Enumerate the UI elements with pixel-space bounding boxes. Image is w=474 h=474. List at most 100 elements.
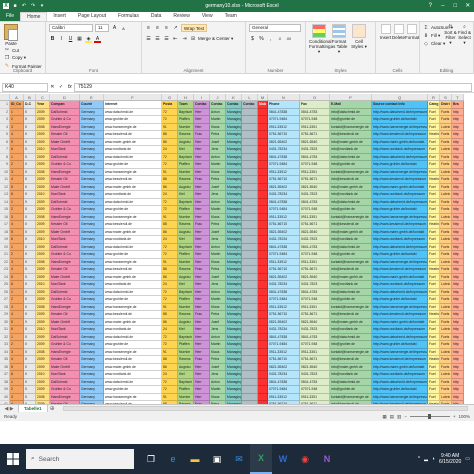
conditional-formatting-button[interactable]: Conditional Formatting ▾ [309,24,332,55]
grid-cell[interactable] [258,236,268,244]
row-number[interactable]: 26 [0,288,10,296]
grid-cell[interactable]: 6 [10,281,24,289]
grid-cell[interactable]: 0911-33512 [268,258,300,266]
grid-cell[interactable]: Martin [210,206,226,214]
tab-page-layout[interactable]: Page Layout [72,12,112,21]
grid-cell[interactable]: 0 [24,393,36,401]
grid-cell[interactable]: 0 [24,168,36,176]
grid-cell[interactable] [258,221,268,229]
grid-cell[interactable]: Managing [226,333,242,341]
grid-cell[interactable]: 2009 [36,243,50,251]
grid-cell[interactable]: 0 [24,303,36,311]
grid-cell[interactable] [258,378,268,386]
grid-cell[interactable]: 0751-5671 [300,221,330,229]
grid-cell[interactable]: 0 [24,221,36,229]
grid-cell[interactable]: Herr [194,378,210,386]
grid-cell[interactable]: http [452,138,464,146]
grid-cell[interactable]: 2009 [36,296,50,304]
grid-cell[interactable]: Year [36,101,50,109]
grid-cell[interactable]: www.nordtank.de [104,281,162,289]
grid-cell[interactable]: Internet [104,101,162,109]
grid-cell[interactable] [242,348,258,356]
name-box[interactable]: K40 [2,82,48,92]
grid-cell[interactable]: Germany [80,251,104,259]
grid-cell[interactable]: www.maier-gmbh.de [104,273,162,281]
grid-cell[interactable]: Bayrisch [178,333,194,341]
grid-cell[interactable]: Ravens [178,311,194,319]
grid-cell[interactable]: www.gruhler.de [104,161,162,169]
grid-cell[interactable]: Germany [80,363,104,371]
store-icon[interactable]: ▣ [206,444,228,474]
grid-cell[interactable] [242,213,258,221]
grid-cell[interactable] [258,123,268,131]
grid-cell[interactable]: Fuel [428,288,440,296]
grid-cell[interactable]: Gruhler & Co [50,386,80,394]
grid-cell[interactable]: Managing [226,311,242,319]
grid-cell[interactable]: 0751-56710 [268,131,300,139]
tab-file[interactable]: File [0,12,21,21]
grid-cell[interactable]: Herr [194,258,210,266]
grid-cell[interactable]: Fuel [428,243,440,251]
grid-cell[interactable]: 24 [162,191,178,199]
grid-cell[interactable]: http://www.gruhler.de/kontakt [372,251,428,259]
grid-cell[interactable]: 0 [24,153,36,161]
grid-cell[interactable] [242,303,258,311]
grid-cell[interactable]: 2008 [36,303,50,311]
grid-cell[interactable]: Germany [80,116,104,124]
grid-cell[interactable]: http://www.hansenergie.de/impressum [372,303,428,311]
grid-cell[interactable]: Fuels [440,153,452,161]
row-number[interactable]: 11 [0,176,10,184]
grid-cell[interactable]: Lubric [440,371,452,379]
grid-cell[interactable]: 91 [162,303,178,311]
grid-cell[interactable] [242,356,258,364]
grid-cell[interactable]: Fuel [428,108,440,116]
grid-cell[interactable]: 07071-948 [300,116,330,124]
grid-cell[interactable]: 0841-47838 [268,243,300,251]
grid-cell[interactable]: HansEnergie [50,393,80,401]
grid-cell[interactable] [258,146,268,154]
grid-cell[interactable]: 5 [10,138,24,146]
grid-cell[interactable] [258,228,268,236]
notification-icon[interactable]: ▭ [465,456,470,462]
grid-cell[interactable]: info@nordtank.de [330,146,372,154]
grid-cell[interactable]: Augsbu [178,138,194,146]
grid-cell[interactable]: 2008 [36,258,50,266]
grid-cell[interactable]: info@dalschmid.de [330,333,372,341]
grid-cell[interactable]: 24 [162,281,178,289]
grid-cell[interactable]: Herr [194,161,210,169]
grid-cell[interactable]: info@gruhler.de [330,251,372,259]
grid-cell[interactable]: Fuel [428,228,440,236]
grid-cell[interactable]: 88 [162,266,178,274]
grid-cell[interactable]: 0841-47838 [268,108,300,116]
grid-cell[interactable]: Maier GmbH [50,363,80,371]
grid-cell[interactable]: Kessler Oil [50,131,80,139]
grid-cell[interactable]: Germany [80,266,104,274]
grid-cell[interactable]: Fuels [440,378,452,386]
grid-cell[interactable]: Managing [226,236,242,244]
bold-button[interactable]: B [49,36,56,43]
row-number[interactable]: 18 [0,228,10,236]
grid-cell[interactable] [258,243,268,251]
grid-cell[interactable]: 07071-9484 [268,341,300,349]
volume-icon[interactable]: ◖ [432,456,435,462]
column-header[interactable]: K [226,94,242,100]
grid-cell[interactable]: Managing [226,393,242,401]
grid-cell[interactable]: Martin [210,386,226,394]
grid-cell[interactable]: 0 [24,273,36,281]
grid-cell[interactable]: Germany [80,296,104,304]
grid-cell[interactable]: 0 [24,236,36,244]
grid-cell[interactable]: http://www.nordtank.de/impressum [372,326,428,334]
grid-cell[interactable]: 0841-47838 [268,153,300,161]
grid-cell[interactable]: Maier GmbH [50,318,80,326]
grid-cell[interactable]: 72 [162,386,178,394]
grid-cell[interactable]: 0 [24,146,36,154]
grid-cell[interactable]: 2009 [36,183,50,191]
grid-cell[interactable]: HansEnergie [50,303,80,311]
page-layout-view-icon[interactable]: ▤ [390,414,394,420]
grid-cell[interactable] [258,131,268,139]
grid-cell[interactable]: 5 [10,183,24,191]
grid-cell[interactable] [258,348,268,356]
grid-cell[interactable]: 72 [162,251,178,259]
grid-cell[interactable]: Fuel [428,273,440,281]
grid-cell[interactable]: 2009 [36,266,50,274]
